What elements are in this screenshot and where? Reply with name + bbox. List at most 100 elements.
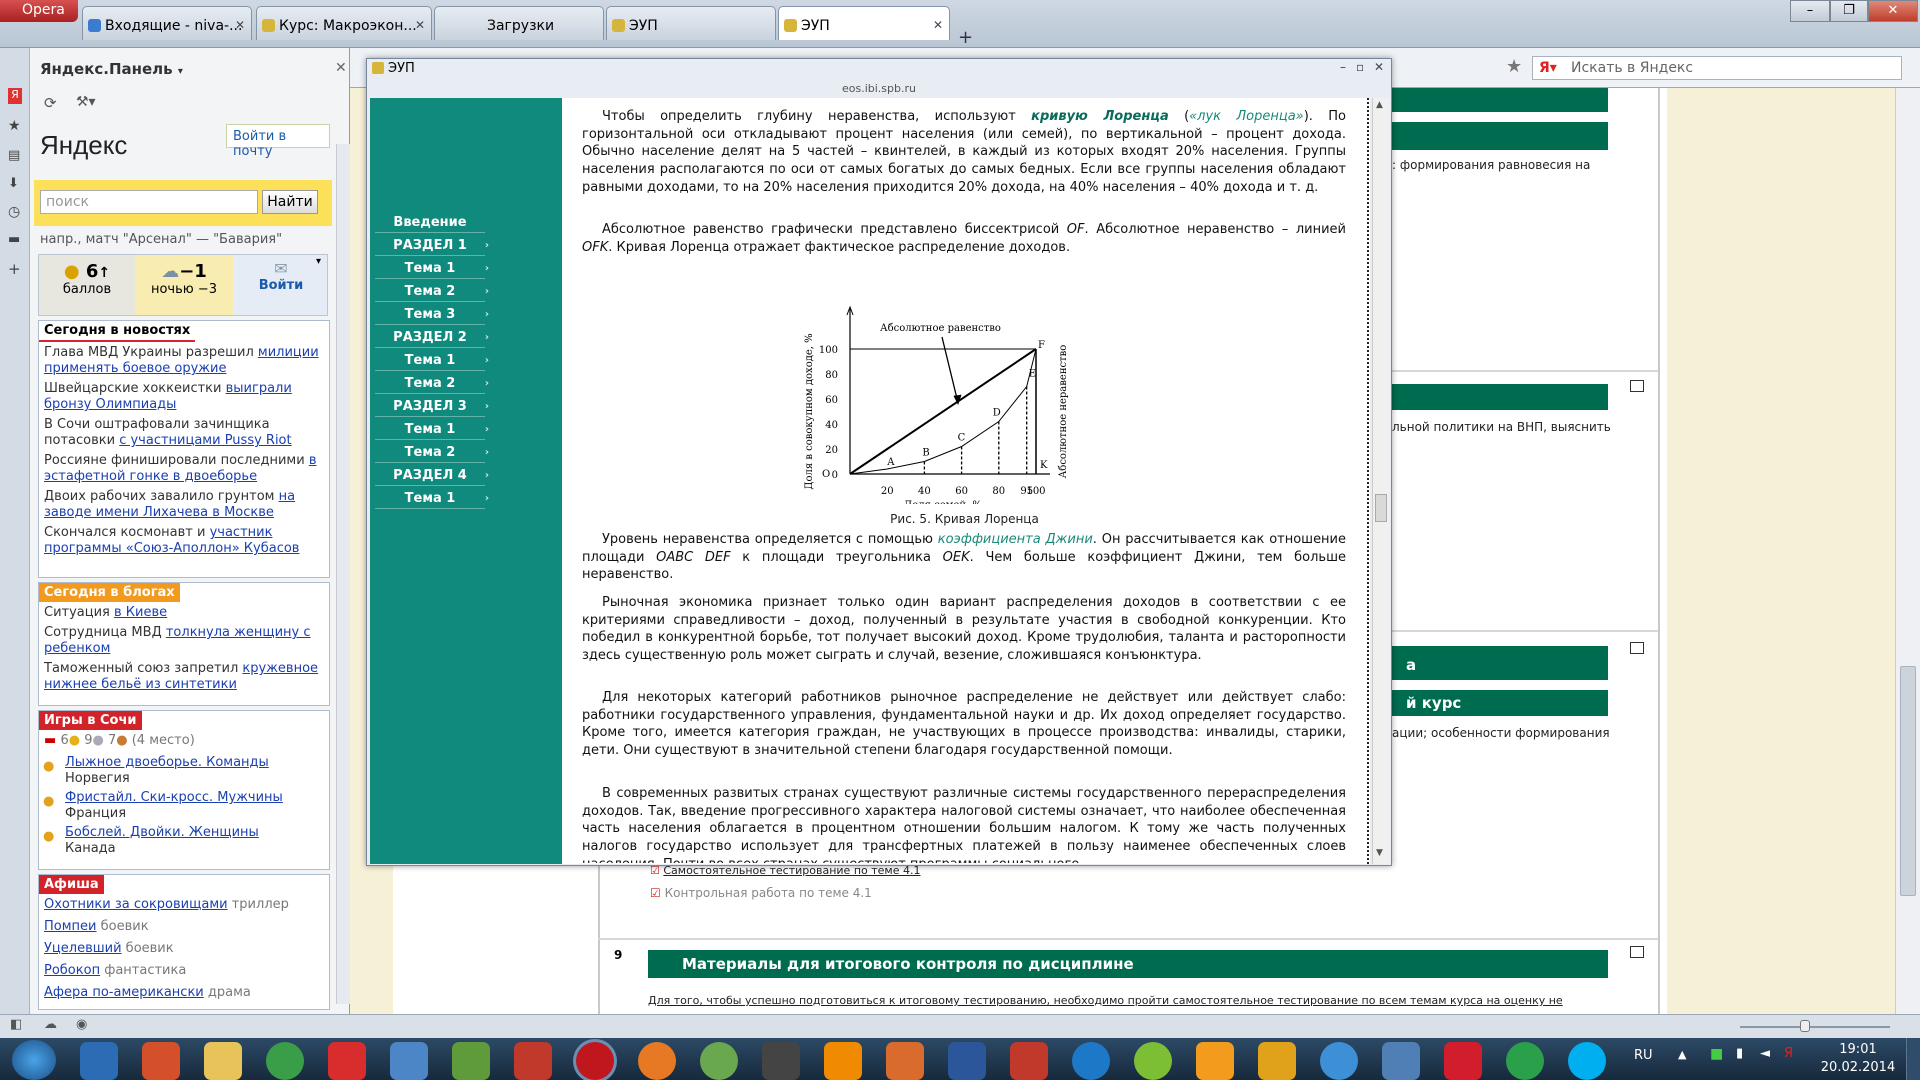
- minimize-button[interactable]: –: [1790, 0, 1830, 22]
- widgets-menu-chevron-icon[interactable]: ▾: [316, 256, 321, 267]
- news-header[interactable]: Сегодня в новостях: [39, 321, 196, 342]
- nav-intro[interactable]: Введение: [375, 213, 485, 233]
- game-event-link[interactable]: Бобслей. Двойки. Женщины: [65, 825, 259, 840]
- movie-link[interactable]: Охотники за сокровищами: [44, 897, 228, 912]
- bookmarks-star-icon[interactable]: ★: [8, 118, 21, 134]
- movie-link[interactable]: Робокоп: [44, 963, 100, 978]
- panel-close-icon[interactable]: ✕: [335, 60, 347, 76]
- nav-topic-1-2[interactable]: Тема 2 ›: [375, 282, 489, 302]
- lorenz-bow-link[interactable]: «лук Лоренца»: [1189, 109, 1304, 124]
- nav-topic-1-1[interactable]: Тема 1 ›: [375, 259, 489, 279]
- panel-search-button[interactable]: Найти: [262, 190, 318, 214]
- nav-topic-4-1[interactable]: Тема 1 ›: [375, 489, 489, 509]
- movie-link[interactable]: Помпеи: [44, 919, 96, 934]
- settings-wrench-icon[interactable]: ⚒▾: [76, 94, 96, 110]
- chrome-icon[interactable]: [266, 1042, 304, 1080]
- weather-widget[interactable]: ☁−1 ночью −3: [135, 255, 233, 315]
- bookmark-star-icon[interactable]: ★: [1506, 56, 1522, 77]
- games-header[interactable]: Игры в Сочи: [39, 711, 142, 730]
- panel-search-input[interactable]: поиск: [40, 190, 258, 214]
- powerpoint-icon[interactable]: [142, 1042, 180, 1080]
- popup-scrollbar[interactable]: ▲ ▼: [1372, 98, 1390, 864]
- zoom-slider-thumb[interactable]: [1800, 1020, 1810, 1032]
- speed-dial-icon[interactable]: ◉: [76, 1017, 87, 1032]
- internet-explorer-icon[interactable]: [1072, 1042, 1110, 1080]
- tab-eup-2[interactable]: ЭУП ✕: [778, 6, 950, 40]
- yandex-icon[interactable]: Я: [8, 88, 22, 104]
- app-icon[interactable]: [514, 1042, 552, 1080]
- movie-link[interactable]: Уцелевший: [44, 941, 122, 956]
- nav-topic-2-1[interactable]: Тема 1 ›: [375, 351, 489, 371]
- mail-agent-icon[interactable]: [390, 1042, 428, 1080]
- gimp-icon[interactable]: [762, 1042, 800, 1080]
- nav-section-3[interactable]: РАЗДЕЛ 3 ›: [375, 397, 489, 417]
- nav-section-4[interactable]: РАЗДЕЛ 4 ›: [375, 466, 489, 486]
- scroll-up-icon[interactable]: ▲: [1376, 100, 1383, 110]
- network-icon[interactable]: ▮: [1736, 1046, 1743, 1061]
- blog-link[interactable]: в Киеве: [114, 605, 167, 620]
- zoom-slider[interactable]: [1740, 1026, 1890, 1028]
- popup-minimize-button[interactable]: –: [1340, 60, 1346, 74]
- tab-inbox[interactable]: Входящие - niva-... ✕: [82, 6, 252, 40]
- utorrent-icon[interactable]: [1506, 1042, 1544, 1080]
- yandex-logo[interactable]: Яндекс: [40, 130, 127, 161]
- show-desktop-button[interactable]: [1906, 1038, 1920, 1080]
- section-checkbox[interactable]: [1630, 946, 1644, 958]
- traffic-widget[interactable]: ● 6↑ баллов: [39, 255, 135, 315]
- close-icon[interactable]: ✕: [933, 18, 943, 32]
- opera-menu-button[interactable]: Opera: [0, 0, 78, 22]
- refresh-icon[interactable]: ⟳: [44, 94, 57, 112]
- tab-eup-1[interactable]: ЭУП: [606, 6, 776, 40]
- new-tab-button[interactable]: +: [958, 27, 973, 48]
- tray-app-icon[interactable]: ■: [1710, 1046, 1723, 1062]
- tab-downloads[interactable]: Загрузки: [434, 6, 604, 40]
- notes-icon[interactable]: ▤: [8, 148, 20, 163]
- nav-topic-3-2[interactable]: Тема 2 ›: [375, 443, 489, 463]
- volume-app-icon[interactable]: [1382, 1042, 1420, 1080]
- news-link[interactable]: с участницами Pussy Riot: [119, 433, 291, 448]
- history-icon[interactable]: ◷: [8, 204, 20, 220]
- file-explorer-icon[interactable]: [204, 1042, 242, 1080]
- mail-login-link[interactable]: Войти в почту: [226, 124, 330, 159]
- gini-link[interactable]: коэффициента Джини: [938, 532, 1093, 547]
- maximize-button[interactable]: ❐: [1830, 0, 1868, 22]
- panels-icon[interactable]: ▬: [8, 232, 20, 247]
- panel-scrollbar[interactable]: [336, 144, 350, 1004]
- section-checkbox[interactable]: [1630, 380, 1644, 392]
- close-icon[interactable]: ✕: [415, 18, 425, 32]
- close-window-button[interactable]: ✕: [1868, 0, 1918, 22]
- odnoklassniki-icon[interactable]: [1196, 1042, 1234, 1080]
- nav-topic-3-1[interactable]: Тема 1 ›: [375, 420, 489, 440]
- login-widget[interactable]: ✉ Войти: [233, 255, 329, 315]
- vlc-icon[interactable]: [824, 1042, 862, 1080]
- skype-icon[interactable]: [1568, 1042, 1606, 1080]
- add-panel-icon[interactable]: +: [8, 260, 21, 278]
- language-indicator[interactable]: RU: [1634, 1048, 1653, 1063]
- system-clock[interactable]: 19:01 20.02.2014: [1818, 1041, 1898, 1077]
- firefox-icon[interactable]: [638, 1042, 676, 1080]
- email-client-icon[interactable]: [80, 1042, 118, 1080]
- task-manager-icon[interactable]: [452, 1042, 490, 1080]
- movie-link[interactable]: Афера по-американски: [44, 985, 204, 1000]
- search-hint-link[interactable]: матч "Арсенал" — "Бавария": [86, 232, 282, 247]
- nav-section-1[interactable]: РАЗДЕЛ 1 ›: [375, 236, 489, 256]
- nav-topic-1-3[interactable]: Тема 3 ›: [375, 305, 489, 325]
- volume-icon[interactable]: ◄: [1760, 1046, 1770, 1061]
- daemon-tools-icon[interactable]: [1258, 1042, 1296, 1080]
- popup-scrollbar-thumb[interactable]: [1375, 494, 1387, 522]
- lorenz-curve-link[interactable]: кривую Лоренца: [1031, 109, 1169, 124]
- reader-icon[interactable]: [1010, 1042, 1048, 1080]
- app-icon[interactable]: [1134, 1042, 1172, 1080]
- tab-course[interactable]: Курс: Макроэкон... ✕: [256, 6, 432, 40]
- panel-toggle-icon[interactable]: ◧: [10, 1017, 22, 1032]
- panel-title[interactable]: Яндекс.Панель ▾: [40, 60, 183, 78]
- activity-control[interactable]: ☑ Контрольная работа по теме 4.1: [650, 886, 872, 900]
- yandex-browser-icon[interactable]: [328, 1042, 366, 1080]
- app-icon[interactable]: [1320, 1042, 1358, 1080]
- scroll-down-icon[interactable]: ▼: [1376, 848, 1383, 858]
- yandex-icon[interactable]: [1444, 1042, 1482, 1080]
- start-button[interactable]: [12, 1040, 56, 1080]
- downloads-icon[interactable]: ⬇: [8, 176, 19, 191]
- word-icon[interactable]: [948, 1042, 986, 1080]
- popup-close-button[interactable]: ✕: [1374, 60, 1384, 74]
